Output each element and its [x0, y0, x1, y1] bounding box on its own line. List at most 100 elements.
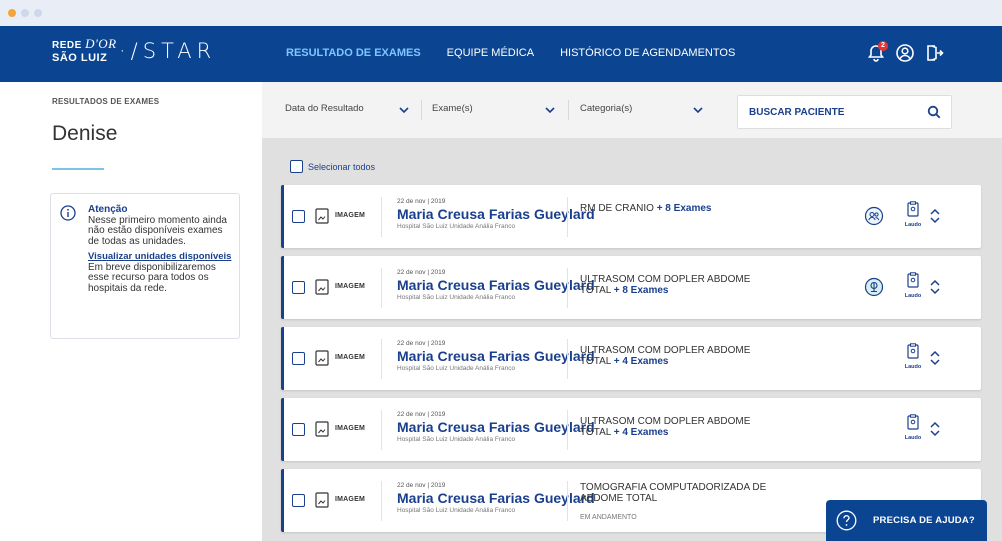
divider [567, 197, 568, 237]
date-filter-label: Data do Resultado [285, 103, 364, 114]
clipboard-icon [907, 343, 919, 359]
laudo-button[interactable]: Laudo [903, 272, 923, 299]
image-exam-icon [315, 208, 329, 224]
select-all-label: Selecionar todos [308, 162, 376, 172]
exam-type: IMAGEM [335, 425, 365, 432]
breadcrumb[interactable]: RESULTADOS DE EXAMES [52, 97, 159, 106]
divider [381, 481, 382, 521]
patient-search-input[interactable]: BUSCAR PACIENTE [737, 95, 952, 129]
alert-title: Atenção [88, 204, 128, 215]
window-minimize-dot[interactable] [21, 9, 29, 17]
available-units-link[interactable]: Visualizar unidades disponíveis [88, 251, 236, 263]
share-icon[interactable] [864, 277, 884, 297]
exam-type: IMAGEM [335, 354, 365, 361]
card-checkbox[interactable] [292, 210, 305, 223]
attention-alert: Atenção Nesse primeiro momento ainda não… [50, 193, 240, 339]
exam-type: IMAGEM [335, 496, 365, 503]
help-label: PRECISA DE AJUDA? [873, 515, 975, 526]
laudo-button[interactable]: Laudo [903, 201, 923, 228]
exam-name: RM DE CRANIO [580, 203, 654, 214]
hospital-name: Hospital São Luiz Unidade Anália Franco [397, 365, 516, 372]
exam-description: ULTRASOM COM DOPLER ABDOME TOTAL + 4 Exa… [580, 345, 780, 367]
user-icon[interactable] [895, 43, 915, 63]
result-date: 22 de nov | 2019 [397, 482, 446, 489]
hospital-name: Hospital São Luiz Unidade Anália Franco [397, 507, 516, 514]
filter-divider [421, 100, 422, 120]
patient-full-name[interactable]: Maria Creusa Farias Gueylard [397, 348, 595, 364]
result-date: 22 de nov | 2019 [397, 340, 446, 347]
patient-full-name[interactable]: Maria Creusa Farias Gueylard [397, 277, 595, 293]
alert-text-2: Em breve disponibilizaremos esse recurso… [88, 261, 216, 294]
chevron-down-icon [399, 107, 409, 114]
exam-description: ULTRASOM COM DOPLER ABDOME TOTAL + 4 Exa… [580, 416, 780, 438]
divider [381, 197, 382, 237]
date-filter-dropdown[interactable]: Data do Resultado [285, 103, 410, 119]
patient-full-name[interactable]: Maria Creusa Farias Gueylard [397, 490, 595, 506]
card-checkbox[interactable] [292, 494, 305, 507]
hospital-name: Hospital São Luiz Unidade Anália Franco [397, 294, 516, 301]
window-maximize-dot[interactable] [34, 9, 42, 17]
exam-result-card[interactable]: IMAGEM 22 de nov | 2019 Maria Creusa Far… [281, 185, 981, 248]
patient-sidebar: RESULTADOS DE EXAMES Denise Atenção Ness… [0, 82, 262, 541]
laudo-button[interactable]: Laudo [903, 343, 923, 370]
card-checkbox[interactable] [292, 352, 305, 365]
exam-name: TOMOGRAFIA COMPUTADORIZADA DE ABDOME TOT… [580, 482, 767, 504]
image-exam-icon [315, 350, 329, 366]
exams-filter-label: Exame(s) [432, 103, 473, 114]
alert-text-1: Nesse primeiro momento ainda não estão d… [88, 214, 227, 247]
image-exam-icon [315, 421, 329, 437]
image-exam-icon [315, 279, 329, 295]
laudo-button[interactable]: Laudo [903, 414, 923, 441]
exam-type: IMAGEM [335, 212, 365, 219]
expand-collapse-icon[interactable] [929, 277, 941, 297]
more-exams-link[interactable]: + 8 Exames [657, 203, 712, 214]
expand-collapse-icon[interactable] [929, 419, 941, 439]
divider [567, 268, 568, 308]
help-button[interactable]: PRECISA DE AJUDA? [826, 500, 987, 541]
result-date: 22 de nov | 2019 [397, 198, 446, 205]
browser-chrome [0, 0, 1002, 26]
info-icon [60, 205, 76, 221]
clipboard-icon [907, 272, 919, 288]
exam-description: ULTRASOM COM DOPLER ABDOME TOTAL + 8 Exa… [580, 274, 780, 296]
notifications-bell-icon[interactable]: 2 [866, 41, 888, 63]
exam-result-card[interactable]: IMAGEM 22 de nov | 2019 Maria Creusa Far… [281, 256, 981, 319]
result-date: 22 de nov | 2019 [397, 269, 446, 276]
window-close-dot[interactable] [8, 9, 16, 17]
expand-collapse-icon[interactable] [929, 206, 941, 226]
divider [381, 339, 382, 379]
rede-dor-logo[interactable]: REDE D'OR SÃO LUIZ [52, 37, 117, 64]
patient-full-name[interactable]: Maria Creusa Farias Gueylard [397, 206, 595, 222]
expand-collapse-icon[interactable] [929, 348, 941, 368]
divider [381, 268, 382, 308]
team-icon[interactable] [864, 206, 884, 226]
category-filter-label: Categoria(s) [580, 103, 633, 114]
card-checkbox[interactable] [292, 281, 305, 294]
more-exams-link[interactable]: + 4 Exames [614, 427, 669, 438]
exam-result-card[interactable]: IMAGEM 22 de nov | 2019 Maria Creusa Far… [281, 398, 981, 461]
exams-filter-dropdown[interactable]: Exame(s) [432, 103, 556, 119]
exam-result-card[interactable]: IMAGEM 22 de nov | 2019 Maria Creusa Far… [281, 327, 981, 390]
search-icon[interactable] [927, 105, 941, 119]
nav-resultado-de-exames[interactable]: RESULTADO DE EXAMES [286, 47, 421, 59]
notification-badge: 2 [878, 41, 888, 51]
clipboard-icon [907, 201, 919, 217]
hospital-name: Hospital São Luiz Unidade Anália Franco [397, 223, 516, 230]
results-panel: Data do Resultado Exame(s) Categoria(s) … [262, 82, 1002, 541]
card-checkbox[interactable] [292, 423, 305, 436]
laudo-label: Laudo [904, 293, 922, 299]
nav-historico-de-agendamentos[interactable]: HISTÓRICO DE AGENDAMENTOS [560, 47, 735, 59]
checkbox[interactable] [290, 160, 303, 173]
exam-description: RM DE CRANIO + 8 Exames [580, 203, 780, 214]
logout-icon[interactable] [924, 43, 944, 63]
chevron-down-icon [693, 107, 703, 114]
category-filter-dropdown[interactable]: Categoria(s) [580, 103, 704, 119]
divider [567, 339, 568, 379]
patient-full-name[interactable]: Maria Creusa Farias Gueylard [397, 419, 595, 435]
search-label: BUSCAR PACIENTE [749, 107, 845, 118]
nav-equipe-medica[interactable]: EQUIPE MÉDICA [447, 47, 534, 59]
top-header: REDE D'OR SÃO LUIZ ·/STAR RESULTADO DE E… [0, 26, 1002, 82]
hospital-name: Hospital São Luiz Unidade Anália Franco [397, 436, 516, 443]
more-exams-link[interactable]: + 4 Exames [614, 356, 669, 367]
more-exams-link[interactable]: + 8 Exames [614, 285, 669, 296]
